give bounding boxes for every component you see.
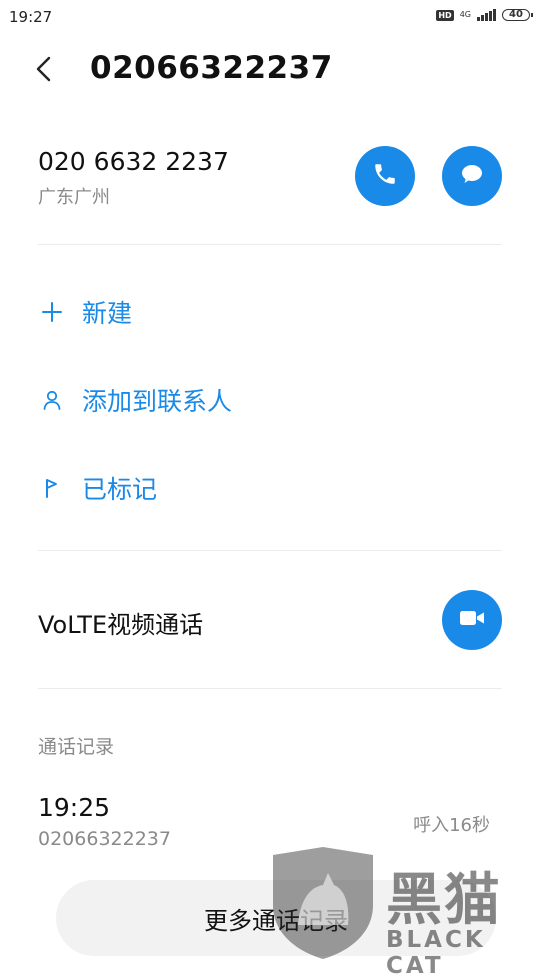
new-contact-action[interactable]: 新建 [38, 294, 132, 330]
network-type: 4G [459, 10, 471, 19]
person-icon [38, 386, 66, 414]
more-call-logs-button[interactable]: 更多通话记录 [56, 880, 496, 956]
video-camera-icon [458, 608, 486, 632]
battery-icon: 40 [502, 9, 533, 21]
chevron-left-icon[interactable] [28, 52, 62, 86]
status-time: 19:27 [9, 8, 53, 26]
call-button[interactable] [355, 146, 415, 206]
action-label: 新建 [82, 299, 133, 328]
contact-number: 020 6632 2237 [38, 147, 229, 176]
flag-icon [38, 474, 66, 502]
divider [38, 244, 502, 245]
hd-badge: HD [436, 9, 454, 21]
volte-label: VoLTE视频通话 [38, 611, 204, 639]
plus-icon [38, 298, 66, 326]
message-button[interactable] [442, 146, 502, 206]
status-bar: 19:27 HD 4G 40 [0, 0, 540, 34]
divider [38, 688, 502, 689]
signal-icon [477, 9, 496, 21]
phone-icon [372, 161, 398, 191]
status-icons: HD 4G 40 [436, 9, 533, 21]
video-call-button[interactable] [442, 590, 502, 650]
page-title: 02066322237 [90, 50, 333, 86]
log-time: 19:25 [38, 793, 111, 822]
add-to-contacts-action[interactable]: 添加到联系人 [38, 382, 232, 418]
marked-action[interactable]: 已标记 [38, 470, 157, 506]
log-detail: 呼入16秒 [413, 815, 490, 836]
action-label: 添加到联系人 [82, 387, 233, 416]
divider [38, 550, 502, 551]
contact-location: 广东广州 [38, 187, 110, 208]
log-number: 02066322237 [38, 828, 171, 850]
action-label: 已标记 [82, 475, 158, 504]
message-icon [458, 160, 486, 192]
call-log-title: 通话记录 [38, 736, 115, 758]
